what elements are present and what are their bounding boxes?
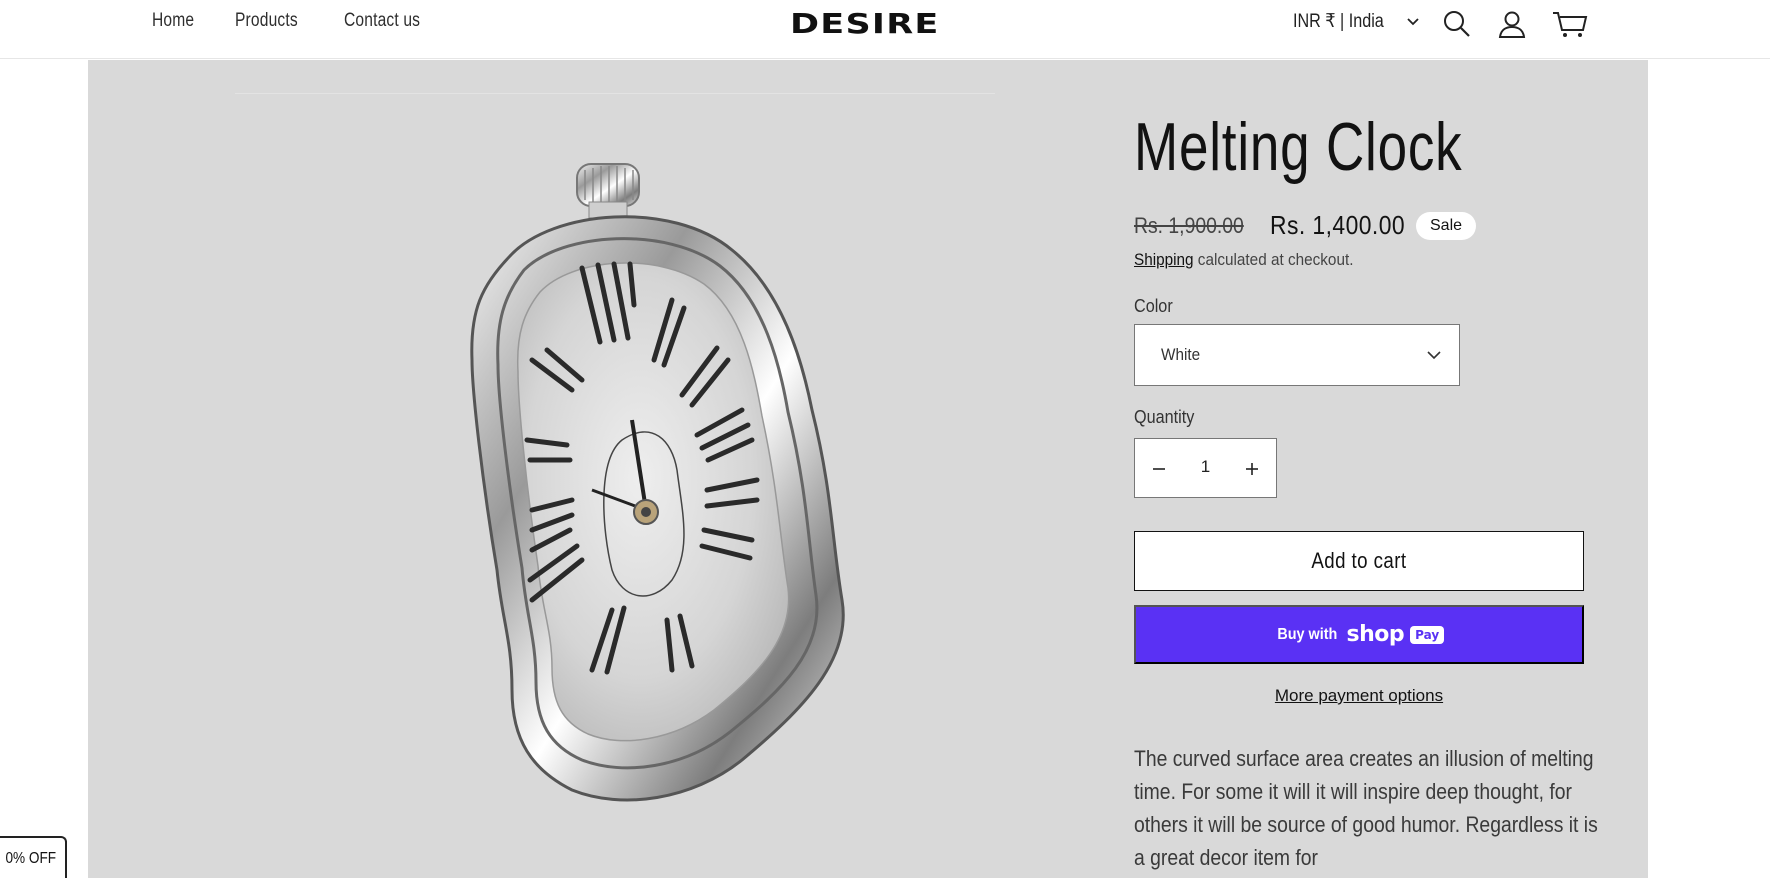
buy-with-shop-pay-button[interactable]: Buy with shop Pay — [1134, 605, 1584, 664]
shipping-note: Shipping calculated at checkout. — [1134, 250, 1353, 270]
nav-contact[interactable]: Contact us — [344, 10, 420, 32]
buy-with-label: Buy with — [1277, 625, 1338, 643]
site-header: Home Products Contact us DESIRE INR ₹ | … — [0, 0, 1770, 59]
pay-logo: Pay — [1410, 625, 1445, 644]
price-row: Rs. 1,900.00 Rs. 1,400.00 Sale — [1134, 210, 1477, 241]
chevron-down-icon — [1407, 17, 1419, 25]
discount-popup-tab[interactable]: 0% OFF — [0, 836, 67, 878]
product-description: The curved surface area creates an illus… — [1134, 746, 1598, 870]
regular-price: Rs. 1,900.00 — [1134, 212, 1244, 238]
site-logo[interactable]: DESIRE — [790, 7, 940, 40]
add-to-cart-button[interactable]: Add to cart — [1134, 531, 1584, 591]
cart-icon[interactable] — [1552, 8, 1588, 40]
currency-selector[interactable]: INR ₹ | India — [1293, 10, 1420, 33]
add-to-cart-label: Add to cart — [1311, 548, 1407, 573]
chevron-down-icon — [1427, 351, 1441, 360]
plus-icon[interactable] — [1240, 457, 1264, 481]
nav-products[interactable]: Products — [235, 10, 298, 32]
nav-home[interactable]: Home — [152, 10, 194, 32]
product-image-melting-clock[interactable] — [152, 60, 992, 878]
shipping-text: calculated at checkout. — [1193, 250, 1354, 269]
currency-label: INR ₹ | India — [1293, 11, 1384, 32]
sale-badge: Sale — [1416, 211, 1477, 240]
discount-tab-label: 0% OFF — [5, 850, 57, 867]
clock-crown — [576, 163, 640, 219]
sale-price: Rs. 1,400.00 — [1270, 210, 1406, 240]
quantity-label: Quantity — [1134, 407, 1195, 427]
search-icon[interactable] — [1441, 8, 1473, 40]
account-icon[interactable] — [1496, 8, 1528, 40]
color-select[interactable]: White — [1134, 324, 1460, 386]
shop-logo: shop — [1346, 622, 1405, 647]
more-payment-options-link[interactable]: More payment options — [1134, 686, 1584, 706]
quantity-stepper: 1 — [1134, 438, 1277, 498]
product-title: Melting Clock — [1134, 109, 1463, 185]
shipping-link[interactable]: Shipping — [1134, 250, 1194, 269]
color-label: Color — [1134, 296, 1173, 316]
color-select-value: White — [1161, 345, 1201, 364]
main-nav: Home Products Contact us — [152, 10, 437, 32]
